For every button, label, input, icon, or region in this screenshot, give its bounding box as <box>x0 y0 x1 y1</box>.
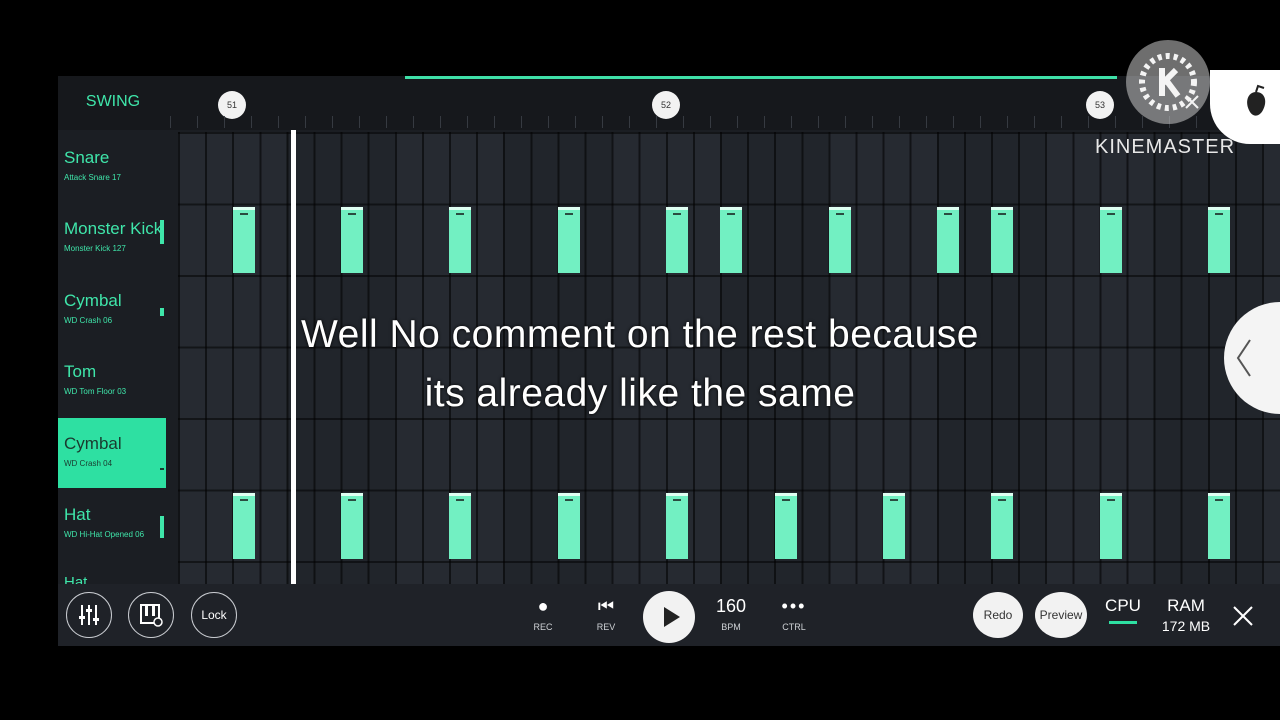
fruit-logo-icon <box>1247 84 1266 116</box>
ctrl-label: CTRL <box>782 622 806 632</box>
mixer-icon <box>79 605 99 625</box>
bpm-value: 160 <box>715 596 747 616</box>
swing-button[interactable]: SWING <box>58 76 168 130</box>
ram-meter: RAM 172 MB <box>1156 596 1216 634</box>
play-button[interactable] <box>643 591 695 643</box>
track-snare[interactable]: Snare Attack Snare 17 <box>58 132 166 202</box>
note-hat[interactable] <box>449 492 472 559</box>
track-volume-meter[interactable] <box>160 468 164 470</box>
note-hat[interactable] <box>666 492 689 559</box>
playback-progress <box>405 76 1117 79</box>
subtitle-line-1: Well No comment on the rest because <box>301 313 979 356</box>
note-hat[interactable] <box>1099 492 1122 559</box>
redo-button[interactable]: Redo <box>973 592 1023 638</box>
cpu-meter: CPU <box>1098 596 1148 624</box>
video-subtitle: Well No comment on the rest because its … <box>0 305 1280 423</box>
note-monster-kick[interactable] <box>1208 206 1231 273</box>
track-name: Monster Kick <box>64 219 163 238</box>
note-monster-kick[interactable] <box>991 206 1014 273</box>
note-monster-kick[interactable] <box>557 206 580 273</box>
note-monster-kick[interactable] <box>666 206 689 273</box>
note-hat[interactable] <box>340 492 363 559</box>
track-volume-meter[interactable] <box>160 516 164 538</box>
rec-label: REC <box>533 622 553 632</box>
rev-button[interactable]: ⏮ REV <box>586 594 626 632</box>
note-monster-kick[interactable] <box>937 206 960 273</box>
track-name: Snare <box>64 148 110 167</box>
close-icon <box>1233 606 1253 626</box>
track-sample: WD Hi-Hat Opened 06 <box>64 530 145 539</box>
track-name: Hat <box>64 505 91 524</box>
note-monster-kick[interactable] <box>340 206 363 273</box>
rec-button[interactable]: ● REC <box>523 594 563 632</box>
note-hat[interactable] <box>991 492 1014 559</box>
side-panel-toggle[interactable] <box>1224 302 1280 414</box>
kinemaster-logo-icon <box>1139 53 1199 111</box>
note-monster-kick[interactable] <box>720 206 743 273</box>
bpm-label: BPM <box>721 622 741 632</box>
bpm-control[interactable]: 160 BPM <box>711 594 751 632</box>
ram-value: 172 MB <box>1161 618 1211 634</box>
preview-button[interactable]: Preview <box>1035 592 1087 638</box>
ram-label: RAM <box>1167 596 1205 615</box>
track-sample: Monster Kick 127 <box>64 244 126 253</box>
cpu-usage-bar <box>1109 621 1137 624</box>
ctrl-button[interactable]: ••• CTRL <box>774 594 814 632</box>
track-sample: Attack Snare 17 <box>64 173 121 182</box>
kinemaster-logo <box>1126 40 1210 124</box>
track-name: Cymbal <box>64 434 122 453</box>
note-hat[interactable] <box>1208 492 1231 559</box>
note-hat[interactable] <box>882 492 905 559</box>
instrument-settings-button[interactable] <box>128 592 174 638</box>
note-hat[interactable] <box>557 492 580 559</box>
close-button[interactable] <box>1223 596 1263 636</box>
note-monster-kick[interactable] <box>1099 206 1122 273</box>
note-hat[interactable] <box>232 492 255 559</box>
track-volume-meter[interactable] <box>160 220 164 244</box>
bar-marker-51[interactable]: 51 <box>218 91 246 119</box>
bar-marker-53[interactable]: 53 <box>1086 91 1114 119</box>
rev-label: REV <box>596 622 616 632</box>
piano-settings-icon <box>140 604 163 627</box>
track-monster-kick[interactable]: Monster Kick Monster Kick 127 <box>58 203 166 273</box>
bar-marker-52[interactable]: 52 <box>652 91 680 119</box>
more-dots-icon: ••• <box>781 596 807 616</box>
note-monster-kick[interactable] <box>449 206 472 273</box>
note-monster-kick[interactable] <box>828 206 851 273</box>
note-monster-kick[interactable] <box>232 206 255 273</box>
skip-back-icon: ⏮ <box>597 596 615 616</box>
cpu-label: CPU <box>1105 596 1141 615</box>
timeline-bar[interactable]: SWING 51 52 53 <box>58 76 1280 130</box>
mixer-button[interactable] <box>66 592 112 638</box>
play-icon <box>664 607 680 627</box>
chevron-left-icon <box>1236 339 1251 377</box>
note-hat[interactable] <box>774 492 797 559</box>
record-icon: ● <box>537 596 549 616</box>
track-hat[interactable]: Hat WD Hi-Hat Opened 06 <box>58 489 166 559</box>
subtitle-line-2: its already like the same <box>424 372 856 415</box>
transport-bar: Lock ● REC ⏮ REV 160 BPM ••• CTRL Redo P… <box>58 584 1280 646</box>
kinemaster-watermark: KINEMASTER <box>1095 136 1236 158</box>
track-sample: WD Crash 04 <box>64 459 113 468</box>
track-cymbal-crash-04-selected[interactable]: Cymbal WD Crash 04 <box>58 418 166 488</box>
timeline-ruler <box>170 116 1280 128</box>
lock-button[interactable]: Lock <box>191 592 237 638</box>
